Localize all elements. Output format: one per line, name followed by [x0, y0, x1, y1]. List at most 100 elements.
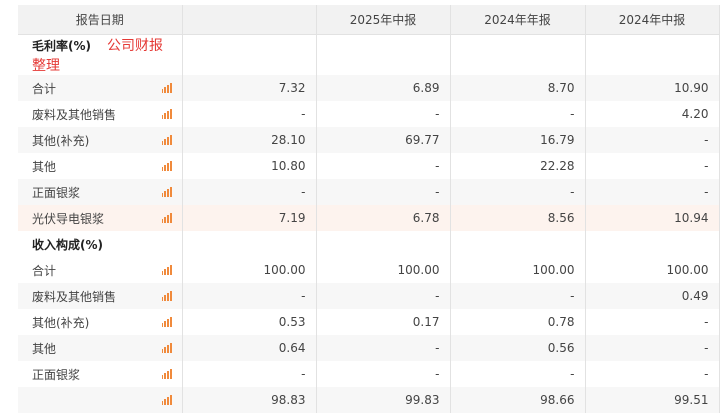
table-row: 其他 10.80-22.28- — [18, 153, 720, 179]
cell-value: - — [316, 335, 451, 361]
cell-value: 6.78 — [316, 205, 451, 231]
column-header: 2025年中报 — [316, 5, 451, 35]
section-title: 毛利率(%) 公司财报整理 — [18, 34, 183, 75]
chart-icon[interactable] — [161, 83, 172, 93]
cell-value: - — [182, 283, 317, 309]
column-header: 2024年中报 — [585, 5, 720, 35]
cell-value: 99.83 — [316, 387, 451, 413]
row-label-text: 其他 — [32, 341, 57, 356]
chart-icon[interactable] — [161, 291, 172, 301]
row-label: 废料及其他销售 — [18, 101, 183, 127]
row-label: 其他(补充) — [18, 127, 183, 153]
row-label — [18, 387, 183, 413]
table-row: 正面银浆 - - - - — [18, 361, 720, 387]
cell-value: 0.78 — [450, 309, 586, 335]
chart-icon[interactable] — [161, 317, 172, 327]
row-label-text: 其他(补充) — [32, 315, 90, 330]
cell-value: - — [316, 101, 451, 127]
row-label-text: 合计 — [32, 263, 57, 278]
cell-value: - — [450, 361, 586, 387]
section-title: 收入构成(%) — [18, 231, 183, 257]
cell-value: - — [316, 179, 451, 205]
section-title-text: 毛利率(%) — [32, 39, 91, 53]
cell-value: 7.32 — [182, 75, 317, 101]
row-label: 光伏导电银浆 — [18, 205, 183, 231]
section-title-text: 收入构成(%) — [32, 237, 103, 252]
cell-value: 100.00 — [316, 257, 451, 283]
table-header: 报告日期 2025年中报 2024年年报 2024年中报 — [18, 5, 720, 35]
row-label-text: 其他(补充) — [32, 133, 90, 148]
cell-value: - — [585, 309, 720, 335]
cell-value: 98.66 — [450, 387, 586, 413]
cell-value: - — [316, 283, 451, 309]
table-row: 合计 7.32 6.89 8.70 10.90 — [18, 75, 720, 101]
row-label-text: 废料及其他销售 — [32, 289, 117, 304]
cell-value: 100.00 — [450, 257, 586, 283]
financial-table: 报告日期 2025年中报 2024年年报 2024年中报 毛利率(%) 公司财报整理 合计… — [18, 5, 720, 413]
table-row: 其他(补充) 0.53 0.17 0.78- — [18, 309, 720, 335]
cell-value: - — [316, 361, 451, 387]
row-label-text: 废料及其他销售 — [32, 107, 117, 122]
cell-value: - — [585, 179, 720, 205]
cell-value: 10.90 — [585, 75, 720, 101]
table-row: 其他(补充) 28.10 69.77 16.79- — [18, 127, 720, 153]
table-row: 废料及其他销售 - - -4.20 — [18, 101, 720, 127]
row-label: 废料及其他销售 — [18, 283, 183, 309]
cell-value: - — [585, 153, 720, 179]
cell-value: 0.17 — [316, 309, 451, 335]
table-row: 光伏导电银浆 7.19 6.78 8.56 10.94 — [18, 205, 720, 231]
cell-value: 10.80 — [182, 153, 317, 179]
row-label: 合计 — [18, 75, 183, 101]
row-label: 其他(补充) — [18, 309, 183, 335]
chart-icon[interactable] — [161, 161, 172, 171]
cell-value: 8.56 — [450, 205, 586, 231]
row-label: 正面银浆 — [18, 361, 183, 387]
cell-value: 28.10 — [182, 127, 317, 153]
cell-value: - — [182, 361, 317, 387]
chart-icon[interactable] — [161, 109, 172, 119]
cell-value: 0.64 — [182, 335, 317, 361]
row-label: 合计 — [18, 257, 183, 283]
cell-value: - — [450, 179, 586, 205]
section-header: 收入构成(%) — [18, 231, 720, 257]
table-row: 其他 0.64-0.56- — [18, 335, 720, 361]
cell-value: - — [182, 101, 317, 127]
cell-value: 0.49 — [585, 283, 720, 309]
chart-icon[interactable] — [161, 187, 172, 197]
column-header: 2024年年报 — [450, 5, 586, 35]
row-label: 其他 — [18, 335, 183, 361]
cell-value: 99.51 — [585, 387, 720, 413]
cell-value: 8.70 — [450, 75, 586, 101]
chart-icon[interactable] — [161, 369, 172, 379]
cell-value: 4.20 — [585, 101, 720, 127]
cell-value: - — [182, 179, 317, 205]
cell-value: - — [450, 283, 586, 309]
cell-value: 22.28 — [450, 153, 586, 179]
row-label-text: 正面银浆 — [32, 367, 81, 382]
cell-value: 7.19 — [182, 205, 317, 231]
cell-value: 100.00 — [182, 257, 317, 283]
chart-icon[interactable] — [161, 265, 172, 275]
cell-value: 10.94 — [585, 205, 720, 231]
column-header: 报告日期 — [18, 5, 183, 35]
chart-icon[interactable] — [161, 135, 172, 145]
column-header — [182, 5, 317, 35]
cell-value: - — [585, 335, 720, 361]
row-label: 其他 — [18, 153, 183, 179]
cell-value: - — [316, 153, 451, 179]
section-header: 毛利率(%) 公司财报整理 — [18, 34, 720, 75]
row-label: 正面银浆 — [18, 179, 183, 205]
chart-icon[interactable] — [161, 213, 172, 223]
cell-value: 0.56 — [450, 335, 586, 361]
cell-value: 100.00 — [585, 257, 720, 283]
cell-value: 69.77 — [316, 127, 451, 153]
table-row: 正面银浆 - - - - — [18, 179, 720, 205]
cell-value: - — [585, 127, 720, 153]
chart-icon[interactable] — [161, 395, 172, 405]
row-label-text: 其他 — [32, 159, 57, 174]
row-label-text: 正面银浆 — [32, 185, 81, 200]
chart-icon[interactable] — [161, 343, 172, 353]
table-row: 98.83 99.83 98.66 99.51 — [18, 387, 720, 413]
cell-value: - — [450, 101, 586, 127]
cell-value: 98.83 — [182, 387, 317, 413]
